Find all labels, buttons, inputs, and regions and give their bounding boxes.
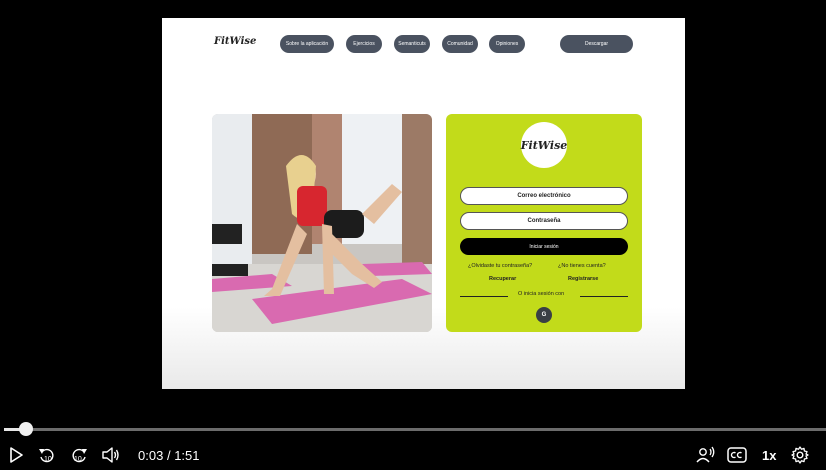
seek-handle[interactable] xyxy=(19,422,34,436)
site-logo: FitWise xyxy=(214,36,257,47)
closed-captions-icon xyxy=(727,447,747,463)
time-separator: / xyxy=(166,448,171,463)
or-login-text: O inicia sesión con xyxy=(518,291,565,297)
volume-button[interactable] xyxy=(102,447,120,468)
seek-bar[interactable] xyxy=(4,428,826,431)
gear-icon xyxy=(791,446,809,464)
email-field: Correo electrónico xyxy=(460,187,628,205)
settings-button[interactable] xyxy=(791,446,809,469)
divider-left xyxy=(460,296,508,297)
time-display: 0:03 / 1:51 xyxy=(138,448,200,463)
audio-description-button[interactable] xyxy=(696,446,716,469)
play-button[interactable] xyxy=(8,447,24,468)
google-login-button: G xyxy=(536,307,552,323)
captions-button[interactable] xyxy=(727,447,747,468)
divider-right xyxy=(580,296,628,297)
forward-button[interactable]: 10 xyxy=(70,446,88,469)
duration: 1:51 xyxy=(174,448,200,463)
nav-about: Sobre la aplicación xyxy=(280,35,334,53)
nav-semanticuts: Semanticuts xyxy=(394,35,430,53)
current-time: 0:03 xyxy=(138,448,164,463)
nav-download: Descargar xyxy=(560,35,633,53)
password-field: Contraseña xyxy=(460,212,628,230)
audio-description-icon xyxy=(696,446,715,463)
forward-seconds: 10 xyxy=(74,456,82,463)
login-button: Iniciar sesión xyxy=(460,238,628,255)
fitwise-badge: FitWise xyxy=(521,122,567,168)
nav-community: Comunidad xyxy=(442,35,478,53)
recover-link: Recuperar xyxy=(489,276,517,282)
player-controls: 10 10 0:03 / 1:51 1x xyxy=(0,418,826,470)
rewind-seconds: 10 xyxy=(44,456,52,463)
no-account-text: ¿No tienes cuenta? xyxy=(558,263,606,269)
speaker-icon xyxy=(102,447,119,463)
nav-exercises: Ejercicios xyxy=(346,35,382,53)
playback-speed-button[interactable]: 1x xyxy=(762,448,776,463)
nav-reviews: Opiniones xyxy=(489,35,525,53)
forgot-password-text: ¿Olvidaste tu contraseña? xyxy=(468,263,533,269)
forward-icon: 10 xyxy=(72,448,87,463)
video-frame[interactable]: FitWise Sobre la aplicación Ejercicios S… xyxy=(162,18,685,389)
login-panel: FitWise Correo electrónico Contraseña In… xyxy=(446,114,642,332)
rewind-icon: 10 xyxy=(39,448,54,463)
rewind-button[interactable]: 10 xyxy=(38,446,56,469)
workout-photo xyxy=(212,114,432,332)
play-icon xyxy=(10,447,23,463)
register-link: Registrarse xyxy=(568,276,599,282)
